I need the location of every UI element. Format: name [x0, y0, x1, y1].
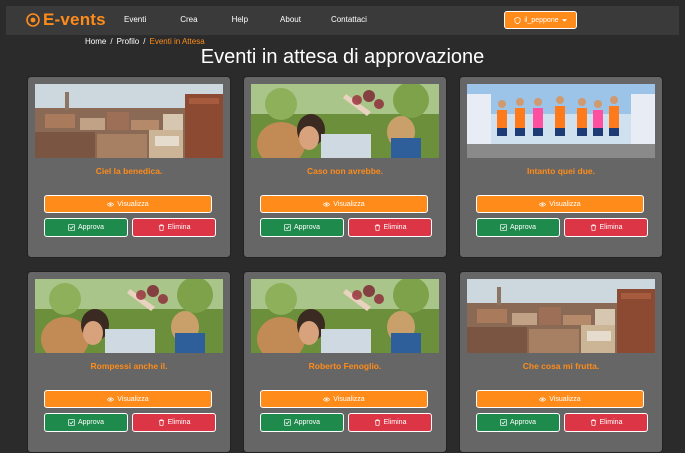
view-label: Visualizza — [333, 395, 365, 403]
eye-icon — [323, 397, 331, 401]
trash-icon — [158, 224, 164, 231]
event-card-2: Caso non avrebbe. Visualizza Approva Eli… — [243, 76, 447, 258]
view-label: Visualizza — [117, 395, 149, 403]
delete-label: Elimina — [599, 419, 623, 426]
delete-button[interactable]: Elimina — [132, 218, 216, 237]
nav-help[interactable]: Help — [232, 15, 248, 24]
event-title: Roberto Fenoglio. — [308, 361, 382, 371]
nav-menu: Eventi Crea Help About Contattaci — [124, 15, 367, 24]
nav-crea[interactable]: Crea — [180, 15, 197, 24]
approve-label: Approva — [77, 224, 105, 231]
event-card-3: Intanto quei due. Visualizza Approva Eli… — [459, 76, 663, 258]
logo-target-icon — [26, 13, 40, 27]
caret-down-icon — [561, 18, 567, 22]
brand-name: E-vents — [43, 10, 106, 29]
event-title: Intanto quei due. — [527, 166, 595, 176]
approve-label: Approva — [509, 224, 537, 231]
approve-label: Approva — [77, 419, 105, 426]
view-button[interactable]: Visualizza — [476, 390, 644, 408]
delete-button[interactable]: Elimina — [348, 413, 432, 432]
delete-button[interactable]: Elimina — [348, 218, 432, 237]
view-button[interactable]: Visualizza — [260, 390, 428, 408]
delete-button[interactable]: Elimina — [564, 413, 648, 432]
check-square-icon — [284, 224, 291, 231]
event-card-4: Rompessi anche il. Visualizza Approva El… — [27, 271, 231, 453]
breadcrumb-profilo[interactable]: Profilo — [117, 37, 140, 46]
approve-button[interactable]: Approva — [476, 218, 560, 237]
delete-label: Elimina — [383, 224, 407, 231]
event-card-6: Che cosa mi frutta. Visualizza Approva E… — [459, 271, 663, 453]
breadcrumb-home[interactable]: Home — [85, 37, 106, 46]
trash-icon — [590, 419, 596, 426]
eye-icon — [539, 202, 547, 206]
view-button[interactable]: Visualizza — [44, 390, 212, 408]
delete-label: Elimina — [599, 224, 623, 231]
navbar: E-vents Eventi Crea Help About Contattac… — [6, 6, 679, 35]
check-square-icon — [68, 224, 75, 231]
delete-label: Elimina — [167, 419, 191, 426]
nav-about[interactable]: About — [280, 15, 301, 24]
view-button[interactable]: Visualizza — [260, 195, 428, 213]
approve-button[interactable]: Approva — [260, 413, 344, 432]
event-image — [35, 279, 223, 353]
event-image — [251, 84, 439, 158]
breadcrumb: Home / Profilo / Eventi in Attesa — [85, 37, 205, 46]
view-label: Visualizza — [117, 200, 149, 208]
trash-icon — [158, 419, 164, 426]
event-title: Rompessi anche il. — [90, 361, 168, 371]
nav-contattaci[interactable]: Contattaci — [331, 15, 367, 24]
view-label: Visualizza — [549, 200, 581, 208]
check-square-icon — [500, 224, 507, 231]
eye-icon — [107, 397, 115, 401]
delete-label: Elimina — [167, 224, 191, 231]
eye-icon — [539, 397, 547, 401]
event-image — [251, 279, 439, 353]
event-card-5: Roberto Fenoglio. Visualizza Approva Eli… — [243, 271, 447, 453]
trash-icon — [374, 224, 380, 231]
approve-label: Approva — [293, 419, 321, 426]
event-image — [467, 84, 655, 158]
event-title: Che cosa mi frutta. — [522, 361, 600, 371]
approve-label: Approva — [293, 224, 321, 231]
delete-button[interactable]: Elimina — [564, 218, 648, 237]
trash-icon — [374, 419, 380, 426]
approve-button[interactable]: Approva — [476, 413, 560, 432]
view-button[interactable]: Visualizza — [44, 195, 212, 213]
delete-button[interactable]: Elimina — [132, 413, 216, 432]
event-title: Ciel la benedica. — [95, 166, 163, 176]
check-square-icon — [500, 419, 507, 426]
nav-eventi[interactable]: Eventi — [124, 15, 146, 24]
user-name: il_peppone — [524, 16, 559, 24]
approve-button[interactable]: Approva — [260, 218, 344, 237]
shield-icon — [514, 16, 521, 24]
breadcrumb-current: Eventi in Attesa — [149, 37, 205, 46]
view-button[interactable]: Visualizza — [476, 195, 644, 213]
event-card-1: Ciel la benedica. Visualizza Approva Eli… — [27, 76, 231, 258]
trash-icon — [590, 224, 596, 231]
brand-logo[interactable]: E-vents — [26, 10, 106, 30]
event-image — [467, 279, 655, 353]
event-image — [35, 84, 223, 158]
check-square-icon — [284, 419, 291, 426]
check-square-icon — [68, 419, 75, 426]
event-title: Caso non avrebbe. — [306, 166, 384, 176]
eye-icon — [107, 202, 115, 206]
eye-icon — [323, 202, 331, 206]
approve-button[interactable]: Approva — [44, 218, 128, 237]
approve-button[interactable]: Approva — [44, 413, 128, 432]
view-label: Visualizza — [333, 200, 365, 208]
view-label: Visualizza — [549, 395, 581, 403]
approve-label: Approva — [509, 419, 537, 426]
page-title: Eventi in attesa di approvazione — [200, 46, 485, 68]
delete-label: Elimina — [383, 419, 407, 426]
user-menu-button[interactable]: il_peppone — [504, 11, 577, 29]
